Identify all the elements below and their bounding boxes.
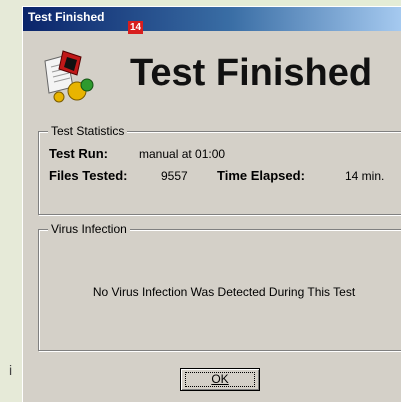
- virus-infection-group: Virus Infection No Virus Infection Was D…: [38, 222, 401, 351]
- files-tested-value: 9557: [161, 169, 188, 183]
- test-finished-dialog: Test Finished 14 Test Finished Test Stat…: [22, 6, 401, 402]
- step-badge: 14: [128, 21, 143, 34]
- background-text: i: [9, 362, 13, 378]
- virus-infection-legend: Virus Infection: [48, 222, 130, 236]
- title-bar[interactable]: Test Finished: [23, 7, 401, 31]
- page-title: Test Finished: [130, 52, 373, 94]
- test-run-value: manual at 01:00: [139, 147, 226, 161]
- time-elapsed-label: Time Elapsed:: [217, 168, 305, 183]
- files-tested-label: Files Tested:: [49, 168, 128, 183]
- virus-status-message: No Virus Infection Was Detected During T…: [92, 285, 356, 299]
- test-statistics-group: Test Statistics Test Run: manual at 01:0…: [38, 124, 401, 215]
- antivirus-app-icon: [44, 50, 94, 103]
- focus-rect: [185, 372, 255, 387]
- ok-button[interactable]: OK: [180, 368, 260, 391]
- window-title: Test Finished: [28, 10, 105, 24]
- time-elapsed-value: 14 min.: [345, 169, 385, 183]
- test-statistics-legend: Test Statistics: [48, 124, 128, 138]
- test-run-label: Test Run:: [49, 146, 108, 161]
